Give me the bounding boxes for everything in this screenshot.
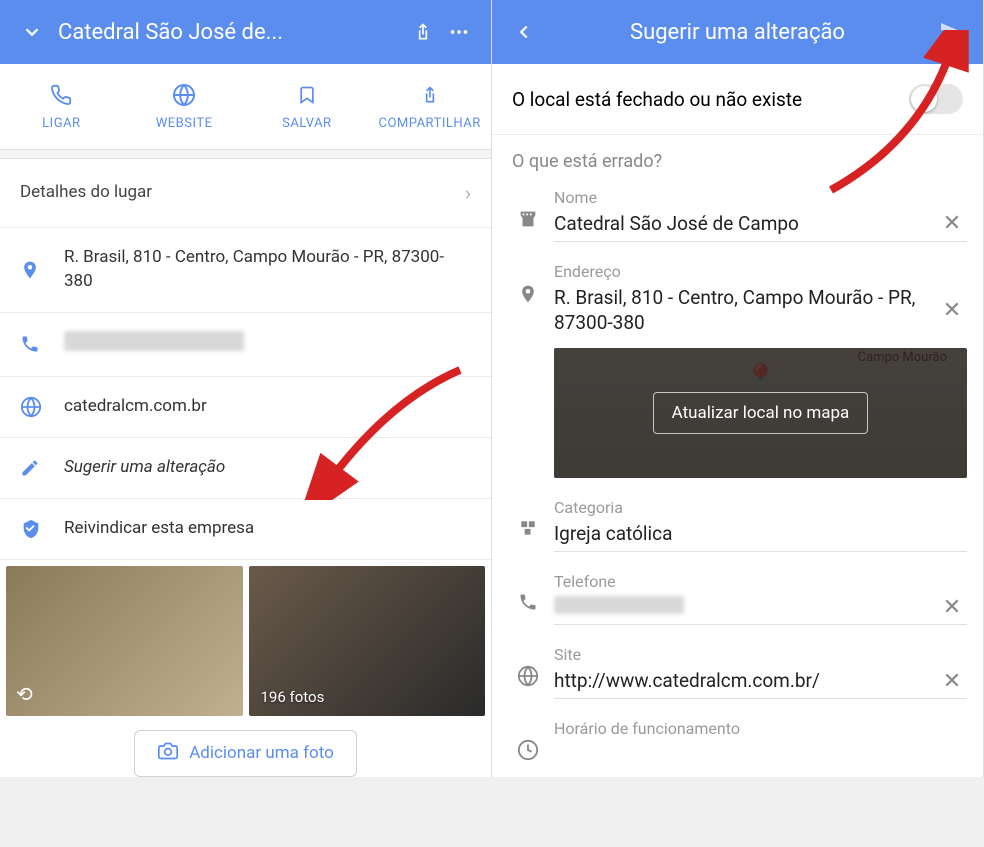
phone-row[interactable] bbox=[0, 313, 491, 378]
address-label: Endereço bbox=[554, 262, 967, 285]
category-label: Categoria bbox=[554, 498, 967, 521]
chevron-right-icon: › bbox=[465, 181, 471, 205]
phone-text bbox=[64, 331, 471, 359]
phone-icon bbox=[4, 80, 119, 110]
screen-place-details: Catedral São José de... LIGAR WEBSITE SA… bbox=[0, 0, 492, 777]
name-label: Nome bbox=[554, 188, 967, 211]
hours-label: Horário de funcionamento bbox=[554, 719, 967, 742]
site-field-row: Site http://www.catedralcm.com.br/ ✕ bbox=[492, 639, 983, 713]
claim-business-row[interactable]: Reivindicar esta empresa bbox=[0, 499, 491, 560]
share-header-icon[interactable] bbox=[405, 21, 441, 43]
share-label: COMPARTILHAR bbox=[372, 116, 487, 131]
site-input[interactable]: http://www.catedralcm.com.br/ bbox=[554, 668, 937, 694]
map-preview[interactable]: Campo Mourão 📍 Atualizar local no mapa bbox=[554, 348, 967, 478]
store-icon bbox=[508, 188, 548, 230]
location-icon bbox=[508, 262, 548, 306]
address-row[interactable]: R. Brasil, 810 - Centro, Campo Mourão - … bbox=[0, 228, 491, 313]
action-bar: LIGAR WEBSITE SALVAR COMPARTILHAR bbox=[0, 64, 491, 149]
pencil-icon bbox=[20, 458, 64, 478]
photo-thumbnail[interactable]: ⟲ bbox=[6, 566, 243, 716]
photo-strip: ⟲ 196 fotos bbox=[0, 560, 491, 716]
clear-icon[interactable]: ✕ bbox=[937, 669, 967, 694]
website-row[interactable]: catedralcm.com.br bbox=[0, 377, 491, 438]
place-title: Catedral São José de... bbox=[50, 20, 405, 45]
phone-field-row: Telefone ✕ bbox=[492, 566, 983, 640]
claim-business-text: Reivindicar esta empresa bbox=[64, 517, 471, 541]
more-icon[interactable] bbox=[441, 21, 477, 43]
header-bar: Catedral São José de... bbox=[0, 0, 491, 64]
clear-icon[interactable]: ✕ bbox=[937, 211, 967, 236]
blurred-phone bbox=[554, 596, 684, 614]
category-input[interactable]: Igreja católica bbox=[554, 521, 967, 547]
add-photo-label: Adicionar uma foto bbox=[189, 743, 334, 763]
address-input[interactable]: R. Brasil, 810 - Centro, Campo Mourão - … bbox=[554, 285, 937, 336]
phone-icon bbox=[20, 334, 64, 354]
separator bbox=[0, 149, 491, 159]
website-label: WEBSITE bbox=[127, 116, 242, 131]
site-label: Site bbox=[554, 645, 967, 668]
share-icon bbox=[372, 80, 487, 110]
phone-input[interactable] bbox=[554, 595, 937, 621]
closed-toggle[interactable] bbox=[909, 84, 963, 114]
header-bar: Sugerir uma alteração bbox=[492, 0, 983, 64]
call-button[interactable]: LIGAR bbox=[0, 64, 123, 149]
update-map-button[interactable]: Atualizar local no mapa bbox=[653, 392, 869, 434]
360-icon: ⟲ bbox=[16, 682, 33, 706]
category-icon bbox=[508, 498, 548, 538]
call-label: LIGAR bbox=[4, 116, 119, 131]
clear-icon[interactable]: ✕ bbox=[937, 298, 967, 323]
whats-wrong-label: O que está errado? bbox=[492, 135, 983, 182]
suggest-edit-text: Sugerir uma alteração bbox=[64, 456, 471, 480]
closed-toggle-label: O local está fechado ou não existe bbox=[512, 88, 802, 111]
blurred-phone bbox=[64, 331, 244, 351]
name-input[interactable]: Catedral São José de Campo bbox=[554, 211, 937, 237]
suggest-edit-row[interactable]: Sugerir uma alteração bbox=[0, 438, 491, 499]
website-button[interactable]: WEBSITE bbox=[123, 64, 246, 149]
address-text: R. Brasil, 810 - Centro, Campo Mourão - … bbox=[64, 246, 471, 294]
save-label: SALVAR bbox=[250, 116, 365, 131]
place-details-row[interactable]: Detalhes do lugar › bbox=[0, 159, 491, 228]
category-field-row: Categoria Igreja católica bbox=[492, 492, 983, 566]
save-button[interactable]: SALVAR bbox=[246, 64, 369, 149]
location-icon bbox=[20, 258, 64, 282]
name-field-row: Nome Catedral São José de Campo ✕ bbox=[492, 182, 983, 256]
send-icon[interactable] bbox=[933, 20, 969, 44]
add-photo-button[interactable]: Adicionar uma foto bbox=[134, 730, 357, 777]
globe-icon bbox=[20, 396, 64, 418]
phone-label: Telefone bbox=[554, 572, 967, 595]
photo-count-badge: 196 fotos bbox=[261, 688, 325, 706]
clear-icon[interactable]: ✕ bbox=[937, 595, 967, 620]
clock-icon bbox=[508, 719, 548, 761]
website-text: catedralcm.com.br bbox=[64, 395, 471, 419]
closed-toggle-row: O local está fechado ou não existe bbox=[492, 64, 983, 135]
phone-icon bbox=[508, 572, 548, 612]
camera-icon bbox=[157, 741, 179, 766]
photo-thumbnail[interactable]: 196 fotos bbox=[249, 566, 486, 716]
hours-field-row: Horário de funcionamento bbox=[492, 713, 983, 761]
back-icon[interactable] bbox=[506, 21, 542, 43]
collapse-icon[interactable] bbox=[14, 21, 50, 43]
globe-icon bbox=[508, 645, 548, 687]
screen-suggest-edit: Sugerir uma alteração O local está fecha… bbox=[492, 0, 984, 777]
place-details-label: Detalhes do lugar bbox=[20, 181, 465, 205]
verified-icon bbox=[20, 518, 64, 540]
share-button[interactable]: COMPARTILHAR bbox=[368, 64, 491, 149]
bookmark-icon bbox=[250, 80, 365, 110]
page-title: Sugerir uma alteração bbox=[542, 20, 933, 45]
address-field-row: Endereço R. Brasil, 810 - Centro, Campo … bbox=[492, 256, 983, 492]
globe-icon bbox=[127, 80, 242, 110]
